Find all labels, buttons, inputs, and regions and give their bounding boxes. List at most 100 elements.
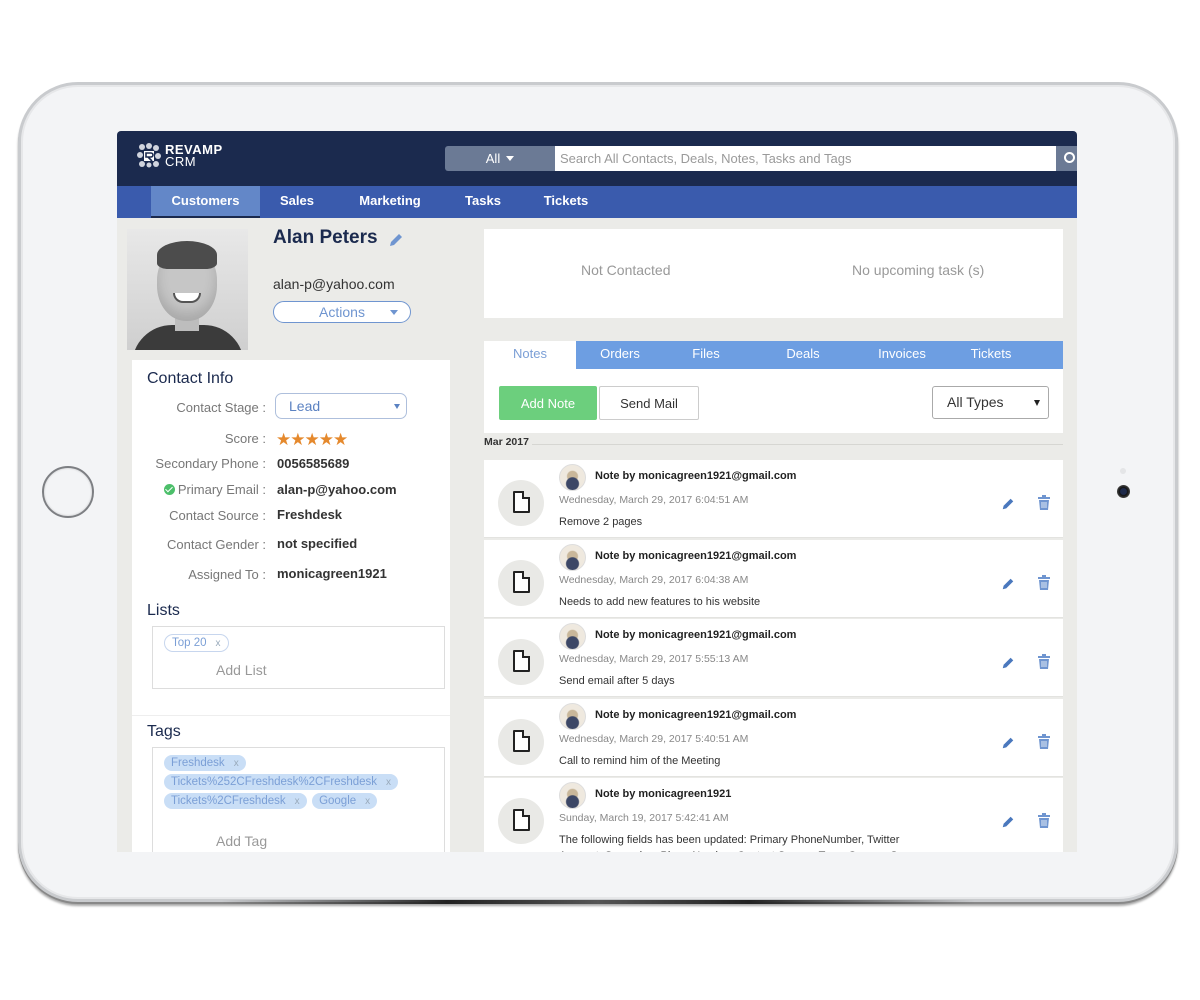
add-tag-input[interactable]: Add Tag	[216, 833, 267, 849]
avatar	[559, 544, 586, 571]
lists-box[interactable]: Top 20 x Add List	[152, 626, 445, 689]
divider	[532, 444, 1063, 445]
primary-email-label-text: Primary Email :	[177, 482, 266, 497]
nav-customers[interactable]: Customers	[151, 186, 260, 218]
tasks-status: No upcoming task (s)	[852, 262, 985, 278]
note-text: Remove 2 pages	[559, 516, 643, 528]
avatar	[559, 782, 586, 809]
score-label: Score :	[224, 431, 266, 446]
pencil-icon[interactable]	[388, 232, 404, 248]
avatar	[559, 623, 586, 650]
contact-gender-label: Contact Gender :	[167, 537, 266, 552]
tab-tickets[interactable]: Tickets	[962, 341, 1020, 369]
note-author: Note by monicagreen1921@gmail.com	[595, 629, 797, 641]
main-nav: Customers Sales Marketing Tasks Tickets	[117, 186, 1077, 218]
note-type-icon	[498, 719, 544, 765]
home-button[interactable]	[42, 466, 94, 518]
search-scope-dropdown[interactable]: All	[445, 146, 555, 171]
lists-title: Lists	[147, 602, 180, 619]
star-icon[interactable]: ★	[290, 430, 305, 449]
trash-icon[interactable]	[1038, 575, 1050, 590]
add-list-input[interactable]: Add List	[216, 662, 267, 678]
search-scope-label: All	[485, 151, 501, 166]
contact-source-label: Contact Source :	[169, 508, 266, 523]
verified-check-icon	[163, 484, 175, 495]
trash-icon[interactable]	[1038, 734, 1050, 749]
document-icon	[513, 730, 530, 752]
tag-chip-label: Freshdesk	[171, 757, 225, 769]
pencil-icon[interactable]	[1001, 656, 1015, 670]
actions-dropdown[interactable]: Actions	[273, 301, 411, 323]
contact-status: Not Contacted	[581, 262, 671, 278]
remove-icon[interactable]: x	[234, 758, 239, 769]
remove-icon[interactable]: x	[365, 796, 370, 807]
send-mail-button[interactable]: Send Mail	[599, 386, 699, 420]
star-icon[interactable]: ★	[333, 430, 348, 449]
star-icon[interactable]: ★	[319, 430, 334, 449]
nav-tickets[interactable]: Tickets	[539, 186, 593, 218]
note-item: Note by monicagreen1921@gmail.com Wednes…	[484, 699, 1063, 777]
note-item: Note by monicagreen1921@gmail.com Wednes…	[484, 460, 1063, 538]
logo-icon	[137, 143, 161, 168]
trash-icon[interactable]	[1038, 654, 1050, 669]
note-type-select[interactable]: All Types	[932, 386, 1049, 419]
tab-invoices[interactable]: Invoices	[868, 341, 936, 369]
note-type-icon	[498, 480, 544, 526]
note-author: Note by monicagreen1921@gmail.com	[595, 709, 797, 721]
note-date: Wednesday, March 29, 2017 5:40:51 AM	[559, 733, 749, 745]
note-type-icon	[498, 639, 544, 685]
pencil-icon[interactable]	[1001, 736, 1015, 750]
pencil-icon[interactable]	[1001, 497, 1015, 511]
search-input[interactable]	[555, 146, 1056, 171]
note-text: The following fields has been updated: P…	[559, 834, 919, 852]
score-stars[interactable]: ★★★★★	[276, 430, 348, 450]
note-date: Wednesday, March 29, 2017 6:04:51 AM	[559, 494, 749, 506]
chevron-down-icon	[394, 404, 400, 409]
status-summary: Not Contacted No upcoming task (s)	[484, 229, 1063, 318]
pencil-icon[interactable]	[1001, 577, 1015, 591]
contact-email: alan-p@yahoo.com	[273, 276, 395, 292]
note-date: Wednesday, March 29, 2017 5:55:13 AM	[559, 653, 749, 665]
notes-toolbar: Add Note Send Mail All Types	[484, 369, 1063, 433]
star-icon[interactable]: ★	[305, 430, 320, 449]
nav-sales[interactable]: Sales	[272, 186, 322, 218]
star-icon[interactable]: ★	[276, 430, 291, 449]
note-item: Note by monicagreen1921@gmail.com Wednes…	[484, 619, 1063, 697]
logo[interactable]: REVAMP CRM	[135, 142, 235, 172]
note-text: Send email after 5 days	[559, 675, 675, 687]
remove-icon[interactable]: x	[216, 638, 221, 649]
tags-box[interactable]: Freshdesk x Tickets%252CFreshdesk%2CFresh…	[152, 747, 445, 852]
brand-name: REVAMP CRM	[165, 143, 223, 168]
note-author: Note by monicagreen1921@gmail.com	[595, 470, 797, 482]
pencil-icon[interactable]	[1001, 815, 1015, 829]
tab-orders[interactable]: Orders	[588, 341, 652, 369]
tab-files[interactable]: Files	[681, 341, 731, 369]
note-type-value: All Types	[947, 394, 1004, 410]
add-note-button[interactable]: Add Note	[499, 386, 597, 420]
primary-email-label: Primary Email :	[163, 482, 266, 497]
trash-icon[interactable]	[1038, 495, 1050, 510]
secondary-phone-label: Secondary Phone :	[155, 456, 266, 471]
avatar	[559, 464, 586, 491]
primary-email-value: alan-p@yahoo.com	[277, 482, 397, 497]
tab-deals[interactable]: Deals	[776, 341, 830, 369]
avatar	[559, 703, 586, 730]
tag-chip-label: Google	[319, 795, 357, 807]
contact-stage-select[interactable]: Lead	[275, 393, 407, 419]
trash-icon[interactable]	[1038, 813, 1050, 828]
document-icon	[513, 571, 530, 593]
nav-tasks[interactable]: Tasks	[460, 186, 506, 218]
remove-icon[interactable]: x	[295, 796, 300, 807]
secondary-phone-value: 0056585689	[277, 456, 350, 471]
assigned-to-value: monicagreen1921	[277, 566, 387, 581]
contact-gender-value: not specified	[277, 536, 358, 551]
nav-marketing[interactable]: Marketing	[353, 186, 427, 218]
remove-icon[interactable]: x	[386, 777, 391, 788]
note-author: Note by monicagreen1921	[595, 788, 732, 800]
list-chip: Top 20 x	[164, 634, 229, 652]
tab-notes[interactable]: Notes	[484, 341, 576, 371]
tag-chip-label: Tickets%2CFreshdesk	[171, 795, 286, 807]
contact-info-panel: Contact Info Contact Stage : Lead Score …	[132, 360, 450, 852]
search-button[interactable]	[1056, 146, 1077, 171]
tag-chip: Tickets%252CFreshdesk%2CFreshdesk x	[164, 774, 399, 790]
